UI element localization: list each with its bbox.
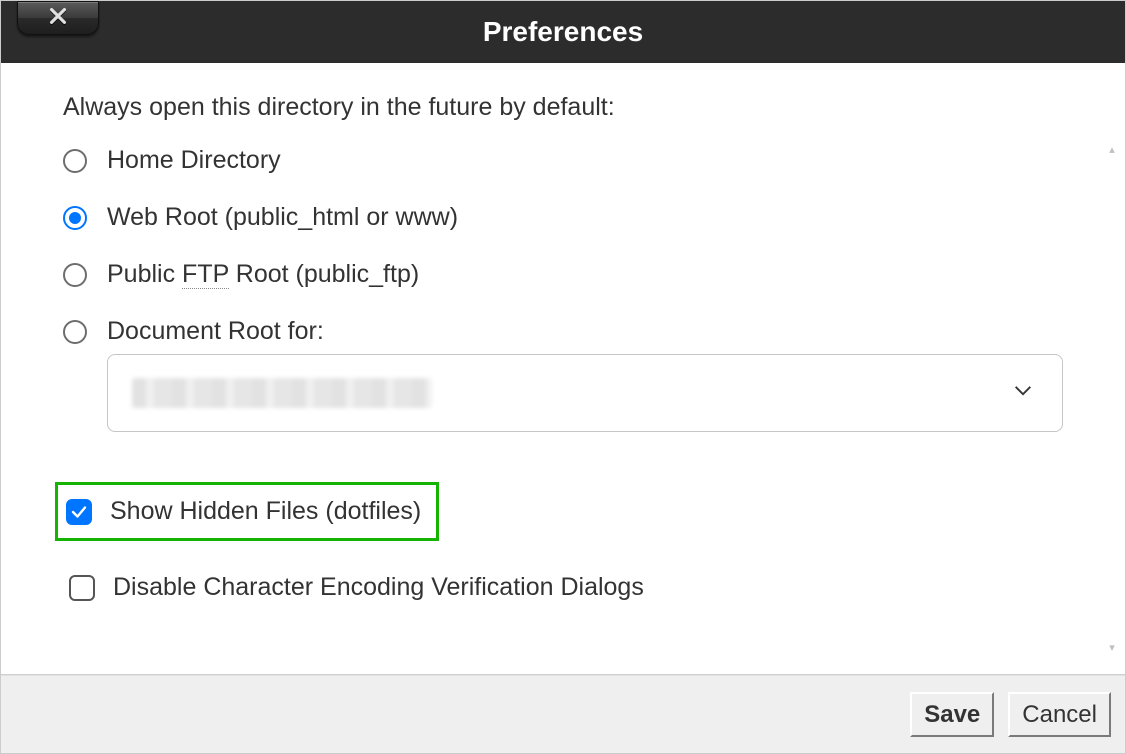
radio-document-root[interactable]: Document Root for: bbox=[63, 317, 1063, 346]
checkbox-label: Show Hidden Files (dotfiles) bbox=[110, 497, 421, 526]
dialog-title: Preferences bbox=[483, 16, 643, 48]
close-button[interactable] bbox=[17, 1, 99, 35]
checkbox-show-hidden-files[interactable]: Show Hidden Files (dotfiles) bbox=[55, 482, 439, 541]
checkbox-icon bbox=[69, 575, 95, 601]
save-button[interactable]: Save bbox=[910, 692, 994, 737]
document-root-select[interactable] bbox=[107, 354, 1063, 432]
checkbox-label: Disable Character Encoding Verification … bbox=[113, 573, 644, 602]
dialog-body: Always open this directory in the future… bbox=[1, 63, 1125, 675]
radio-label: Web Root (public_html or www) bbox=[107, 203, 458, 232]
document-root-select-wrap bbox=[107, 354, 1063, 432]
preferences-dialog: Preferences Always open this directory i… bbox=[0, 0, 1126, 754]
close-icon bbox=[47, 5, 69, 32]
checkbox-icon bbox=[66, 499, 92, 525]
dialog-footer: Save Cancel bbox=[1, 675, 1125, 753]
radio-label: Home Directory bbox=[107, 146, 281, 175]
cancel-button[interactable]: Cancel bbox=[1008, 692, 1111, 737]
radio-label: Document Root for: bbox=[107, 317, 324, 346]
radio-home-directory[interactable]: Home Directory bbox=[63, 146, 1063, 175]
radio-icon bbox=[63, 149, 87, 173]
radio-label: Public FTP Root (public_ftp) bbox=[107, 260, 419, 289]
document-root-value bbox=[132, 378, 432, 408]
scroll-down-icon: ▾ bbox=[1105, 641, 1119, 654]
radio-web-root[interactable]: Web Root (public_html or www) bbox=[63, 203, 1063, 232]
radio-public-ftp-root[interactable]: Public FTP Root (public_ftp) bbox=[63, 260, 1063, 289]
dialog-header: Preferences bbox=[1, 1, 1125, 63]
checkbox-group: Show Hidden Files (dotfiles) Disable Cha… bbox=[63, 482, 1063, 606]
radio-icon bbox=[63, 320, 87, 344]
radio-icon bbox=[63, 263, 87, 287]
chevron-down-icon bbox=[1012, 380, 1034, 407]
checkbox-disable-encoding-verification[interactable]: Disable Character Encoding Verification … bbox=[63, 569, 1063, 606]
default-directory-heading: Always open this directory in the future… bbox=[63, 93, 1063, 122]
scroll-up-icon: ▴ bbox=[1105, 143, 1119, 156]
radio-icon bbox=[63, 206, 87, 230]
scrollbar[interactable]: ▴ ▾ bbox=[1105, 143, 1119, 654]
